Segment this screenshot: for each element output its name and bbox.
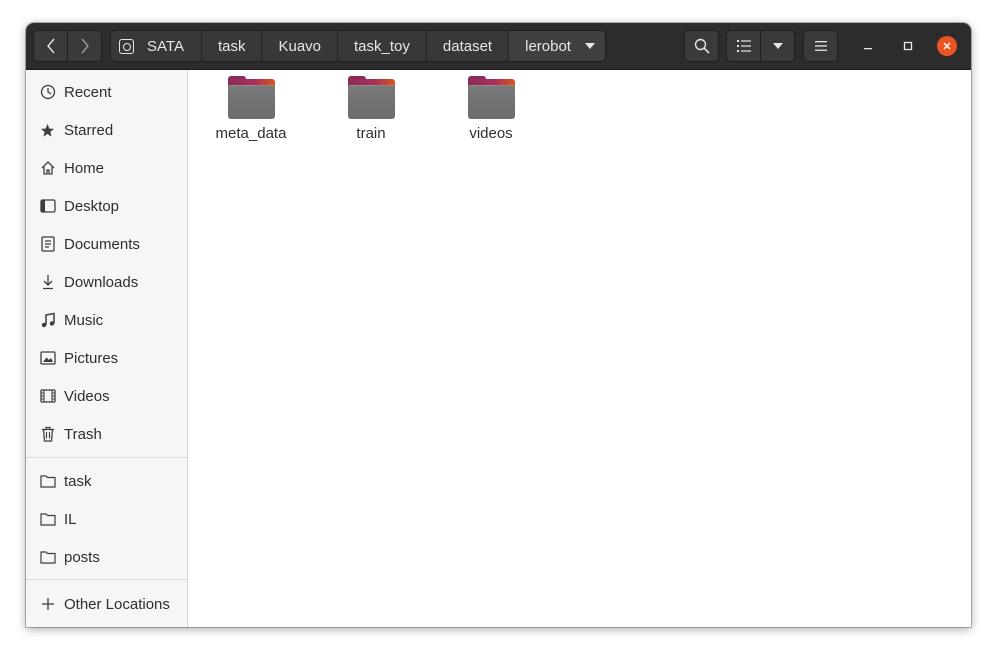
folder-item-label: videos <box>469 125 513 142</box>
caret-down-icon <box>584 43 595 49</box>
forward-button[interactable] <box>67 30 102 62</box>
path-crumb-sata[interactable]: SATA <box>111 31 202 61</box>
sidebar-item-label: Documents <box>64 235 140 253</box>
chevron-down-icon <box>772 43 783 49</box>
folder-item-meta-data[interactable]: meta_data <box>196 76 306 142</box>
sidebar-item-label: Desktop <box>64 197 120 215</box>
path-crumb-label: Kuavo <box>278 37 322 55</box>
maximize-icon <box>903 38 913 55</box>
file-manager-window: SATA task Kuavo task_toy dataset lerobot <box>26 23 971 627</box>
path-crumb-label: SATA <box>147 37 184 55</box>
sidebar-item-home[interactable]: Home <box>26 149 187 187</box>
sidebar-item-label: Recent <box>64 83 112 101</box>
minimize-button[interactable] <box>858 36 878 56</box>
sidebar-divider <box>26 579 187 580</box>
sidebar-bookmark-posts[interactable]: posts <box>26 538 187 576</box>
sidebar-item-videos[interactable]: Videos <box>26 377 187 415</box>
drive-icon <box>119 38 134 54</box>
home-icon <box>39 160 56 177</box>
sidebar-item-other-locations[interactable]: Other Locations <box>26 585 187 623</box>
sidebar-item-label: Other Locations <box>64 595 170 613</box>
folder-icon <box>467 76 515 120</box>
plus-icon <box>39 596 56 613</box>
folder-icon <box>39 511 56 528</box>
trash-icon <box>39 426 56 443</box>
sidebar-divider <box>26 457 187 458</box>
picture-icon <box>39 350 56 367</box>
path-crumb-lerobot[interactable]: lerobot <box>509 31 605 61</box>
sidebar-item-label: Downloads <box>64 273 139 291</box>
folder-icon <box>347 76 395 120</box>
path-crumb-task-toy[interactable]: task_toy <box>338 31 427 61</box>
path-crumb-dataset[interactable]: dataset <box>426 31 510 61</box>
search-button[interactable] <box>684 30 719 62</box>
sidebar-item-starred[interactable]: Starred <box>26 111 187 149</box>
path-crumb-task[interactable]: task <box>201 31 263 61</box>
sidebar-item-label: Videos <box>64 387 110 405</box>
clock-icon <box>39 84 56 101</box>
minimize-icon <box>863 38 873 55</box>
sidebar-item-label: Music <box>64 311 104 329</box>
chevron-left-icon <box>46 38 56 54</box>
sidebar-item-trash[interactable]: Trash <box>26 415 187 453</box>
hamburger-menu-icon <box>814 41 827 51</box>
folder-item-videos[interactable]: videos <box>436 76 546 142</box>
close-icon <box>942 38 952 55</box>
sidebar-item-label: Pictures <box>64 349 119 367</box>
desktop-icon <box>39 198 56 215</box>
sidebar-item-label: Trash <box>64 425 102 443</box>
music-icon <box>39 312 56 329</box>
folder-item-label: train <box>356 125 386 142</box>
maximize-button[interactable] <box>898 36 918 56</box>
sidebar-item-documents[interactable]: Documents <box>26 225 187 263</box>
document-icon <box>39 236 56 253</box>
star-icon <box>39 122 56 139</box>
file-view: meta_data train videos <box>188 70 971 627</box>
list-view-icon <box>736 40 751 52</box>
folder-icon <box>227 76 275 120</box>
folder-icon <box>39 549 56 566</box>
sidebar-bookmark-task[interactable]: task <box>26 462 187 500</box>
chevron-right-icon <box>80 38 90 54</box>
folder-icon <box>39 473 56 490</box>
sidebar-bookmark-il[interactable]: IL <box>26 500 187 538</box>
sidebar-item-label: Home <box>64 159 105 177</box>
sidebar-item-downloads[interactable]: Downloads <box>26 263 187 301</box>
path-crumb-label: lerobot <box>525 37 571 55</box>
sidebar-item-label: IL <box>64 510 77 528</box>
download-icon <box>39 274 56 291</box>
sidebar-item-recent[interactable]: Recent <box>26 73 187 111</box>
path-crumb-label: task <box>217 37 246 55</box>
main-menu-button[interactable] <box>803 30 838 62</box>
close-button[interactable] <box>937 36 957 56</box>
view-options-button[interactable] <box>760 30 795 62</box>
sidebar-item-label: posts <box>64 548 100 566</box>
header-bar: SATA task Kuavo task_toy dataset lerobot <box>26 23 971 70</box>
sidebar-item-label: Starred <box>64 121 114 139</box>
video-icon <box>39 388 56 405</box>
path-crumb-label: dataset <box>442 37 493 55</box>
path-crumb-kuavo[interactable]: Kuavo <box>262 31 339 61</box>
path-crumb-label: task_toy <box>354 37 410 55</box>
back-button[interactable] <box>33 30 68 62</box>
sidebar-item-pictures[interactable]: Pictures <box>26 339 187 377</box>
path-bar: SATA task Kuavo task_toy dataset lerobot <box>110 30 606 62</box>
search-icon <box>694 38 710 54</box>
list-view-button[interactable] <box>726 30 761 62</box>
sidebar-item-label: task <box>64 472 92 490</box>
sidebar: Recent Starred Home Desktop Documents Do… <box>26 70 188 627</box>
folder-item-train[interactable]: train <box>316 76 426 142</box>
sidebar-item-music[interactable]: Music <box>26 301 187 339</box>
sidebar-item-desktop[interactable]: Desktop <box>26 187 187 225</box>
folder-item-label: meta_data <box>215 125 287 142</box>
